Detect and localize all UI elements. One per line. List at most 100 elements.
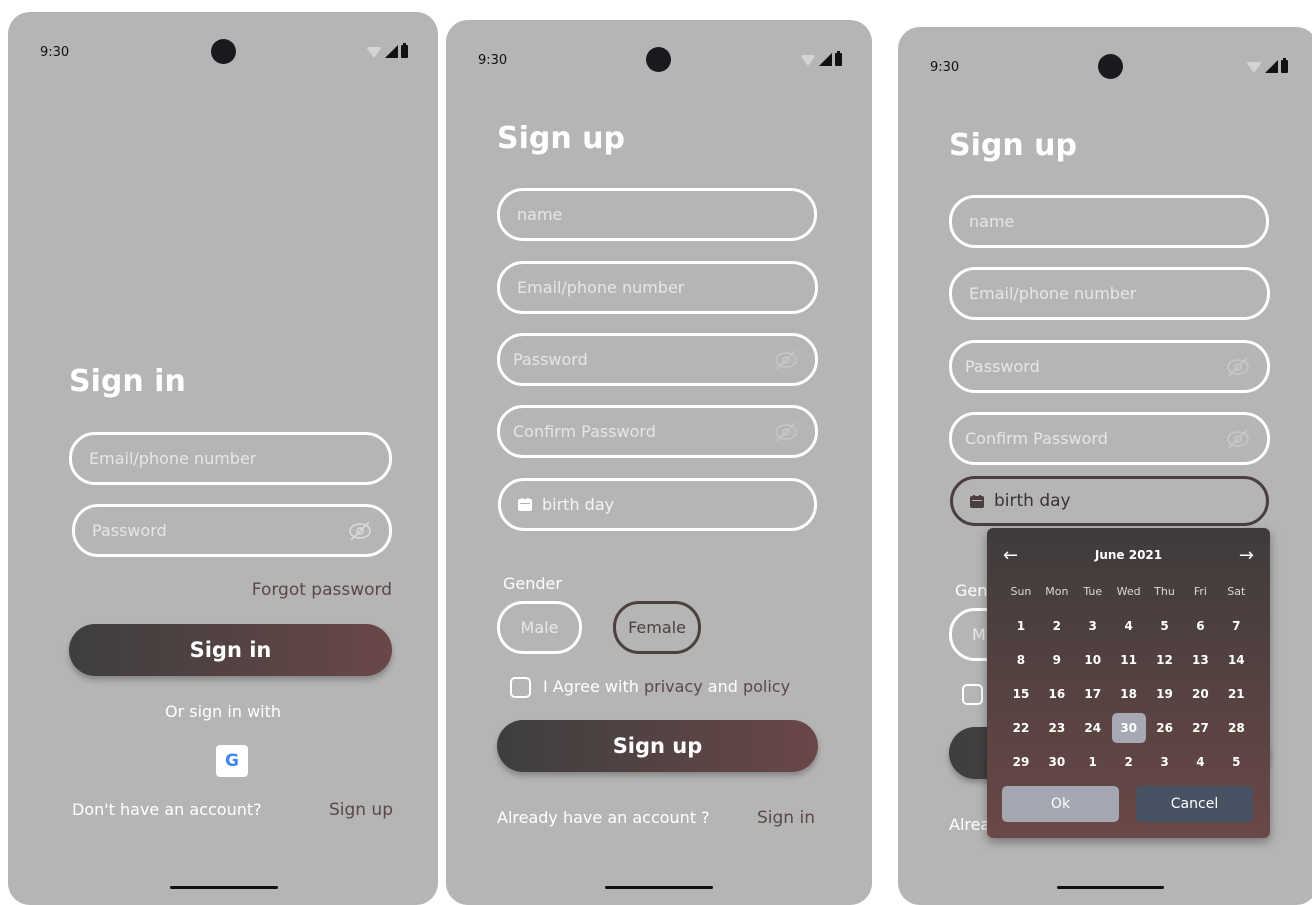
have-account-text: Alrea bbox=[949, 815, 991, 834]
gender-label: Gender bbox=[503, 574, 562, 593]
privacy-link[interactable]: privacy bbox=[644, 677, 703, 696]
calendar-day[interactable]: 24 bbox=[1075, 713, 1111, 743]
page-title: Sign in bbox=[69, 364, 186, 399]
calendar-day[interactable]: 1 bbox=[1075, 747, 1111, 777]
agree-checkbox[interactable] bbox=[510, 677, 531, 698]
calendar-day[interactable]: 11 bbox=[1111, 645, 1147, 675]
calendar-day[interactable]: 3 bbox=[1075, 611, 1111, 641]
calendar-day[interactable]: 5 bbox=[1218, 747, 1254, 777]
confirm-password-placeholder: Confirm Password bbox=[965, 429, 1108, 448]
calendar-day[interactable]: 6 bbox=[1182, 611, 1218, 641]
weekday-label: Sat bbox=[1227, 585, 1246, 598]
calendar-day[interactable]: 23 bbox=[1039, 713, 1075, 743]
sign-up-button[interactable]: Sign up bbox=[497, 720, 818, 772]
calendar-day[interactable]: 13 bbox=[1182, 645, 1218, 675]
calendar-week: 1 2 3 4 5 6 7 bbox=[1003, 609, 1254, 643]
calendar-day[interactable]: 10 bbox=[1075, 645, 1111, 675]
sign-in-link[interactable]: Sign in bbox=[757, 808, 815, 828]
birthday-placeholder: birth day bbox=[542, 495, 615, 514]
status-icons bbox=[366, 43, 408, 58]
agree-text: I Agree with privacy and policy bbox=[543, 677, 790, 696]
calendar-day[interactable]: 1 bbox=[1003, 611, 1039, 641]
name-placeholder: name bbox=[517, 205, 563, 224]
name-field[interactable]: name bbox=[497, 188, 817, 241]
gender-female-option[interactable]: Female bbox=[613, 601, 701, 654]
cancel-button[interactable]: Cancel bbox=[1136, 786, 1253, 822]
calendar-day[interactable]: 3 bbox=[1147, 747, 1183, 777]
calendar-day[interactable]: 30 bbox=[1039, 747, 1075, 777]
home-indicator[interactable] bbox=[170, 886, 278, 889]
calendar-day[interactable]: 20 bbox=[1182, 679, 1218, 709]
calendar-day[interactable]: 26 bbox=[1147, 713, 1183, 743]
signup-datepicker-screen: 9:30 Sign up name Email/phone number Pas… bbox=[898, 27, 1312, 905]
signal-icon bbox=[819, 53, 832, 66]
password-field[interactable]: Password bbox=[497, 333, 818, 386]
signup-screen: 9:30 Sign up name Email/phone number Pas… bbox=[446, 20, 872, 905]
password-field[interactable]: Password bbox=[72, 504, 392, 557]
calendar-day[interactable]: 21 bbox=[1218, 679, 1254, 709]
calendar-day[interactable]: 5 bbox=[1147, 611, 1183, 641]
sign-up-link[interactable]: Sign up bbox=[329, 800, 393, 820]
calendar-day[interactable]: 2 bbox=[1039, 611, 1075, 641]
calendar-day[interactable]: 28 bbox=[1218, 713, 1254, 743]
calendar-day[interactable]: 12 bbox=[1147, 645, 1183, 675]
agree-checkbox[interactable] bbox=[962, 684, 983, 705]
calendar-day[interactable]: 2 bbox=[1111, 747, 1147, 777]
calendar-day[interactable]: 8 bbox=[1003, 645, 1039, 675]
battery-icon bbox=[835, 51, 842, 66]
calendar-day-selected[interactable]: 30 bbox=[1111, 713, 1146, 743]
home-indicator[interactable] bbox=[605, 886, 713, 889]
forgot-password-link[interactable]: Forgot password bbox=[252, 580, 392, 600]
google-icon[interactable]: G bbox=[216, 745, 248, 777]
password-field[interactable]: Password bbox=[949, 340, 1270, 393]
birthday-value: birth day bbox=[994, 491, 1071, 511]
eye-off-icon[interactable] bbox=[348, 519, 372, 543]
calendar-day[interactable]: 29 bbox=[1003, 747, 1039, 777]
eye-off-icon[interactable] bbox=[1226, 427, 1250, 451]
email-field[interactable]: Email/phone number bbox=[497, 261, 818, 314]
calendar-day[interactable]: 14 bbox=[1218, 645, 1254, 675]
calendar-icon bbox=[970, 494, 984, 508]
email-field[interactable]: Email/phone number bbox=[949, 267, 1270, 320]
email-placeholder: Email/phone number bbox=[969, 284, 1137, 303]
weekday-label: Thu bbox=[1154, 585, 1175, 598]
weekday-label: Fri bbox=[1193, 585, 1207, 598]
gender-label: Gen bbox=[955, 581, 988, 600]
email-field[interactable]: Email/phone number bbox=[69, 432, 392, 485]
calendar-day[interactable]: 9 bbox=[1039, 645, 1075, 675]
calendar-day[interactable]: 4 bbox=[1182, 747, 1218, 777]
policy-link[interactable]: policy bbox=[743, 677, 790, 696]
calendar-day[interactable]: 27 bbox=[1183, 713, 1219, 743]
home-indicator[interactable] bbox=[1057, 886, 1164, 889]
name-field[interactable]: name bbox=[949, 195, 1269, 248]
eye-off-icon[interactable] bbox=[774, 420, 798, 444]
sign-in-button[interactable]: Sign in bbox=[69, 624, 392, 676]
calendar-day[interactable]: 17 bbox=[1075, 679, 1111, 709]
eye-off-icon[interactable] bbox=[774, 348, 798, 372]
calendar-day[interactable]: 19 bbox=[1147, 679, 1183, 709]
status-time: 9:30 bbox=[930, 60, 960, 75]
signal-icon bbox=[1265, 60, 1278, 73]
front-camera bbox=[211, 39, 236, 64]
weekday-label: Wed bbox=[1116, 585, 1141, 598]
calendar-day[interactable]: 7 bbox=[1218, 611, 1254, 641]
eye-off-icon[interactable] bbox=[1226, 355, 1250, 379]
calendar-day[interactable]: 4 bbox=[1111, 611, 1147, 641]
gender-male-option[interactable]: Male bbox=[497, 601, 582, 654]
ok-button[interactable]: Ok bbox=[1002, 786, 1119, 822]
status-time: 9:30 bbox=[478, 53, 508, 68]
battery-icon bbox=[401, 43, 408, 58]
calendar-day[interactable]: 18 bbox=[1111, 679, 1147, 709]
page-title: Sign up bbox=[949, 128, 1077, 163]
calendar-grid: 1 2 3 4 5 6 7 8 9 10 11 12 13 14 15 16 1… bbox=[1003, 609, 1254, 779]
page-title: Sign up bbox=[497, 121, 625, 156]
birthday-field[interactable]: birth day bbox=[950, 476, 1269, 526]
calendar-day[interactable]: 22 bbox=[1003, 713, 1039, 743]
email-placeholder: Email/phone number bbox=[517, 278, 685, 297]
confirm-password-field[interactable]: Confirm Password bbox=[949, 412, 1270, 465]
calendar-day[interactable]: 16 bbox=[1039, 679, 1075, 709]
calendar-day[interactable]: 15 bbox=[1003, 679, 1039, 709]
next-month-arrow-icon[interactable]: → bbox=[1239, 545, 1254, 566]
birthday-field[interactable]: birth day bbox=[498, 478, 817, 531]
confirm-password-field[interactable]: Confirm Password bbox=[497, 405, 818, 458]
